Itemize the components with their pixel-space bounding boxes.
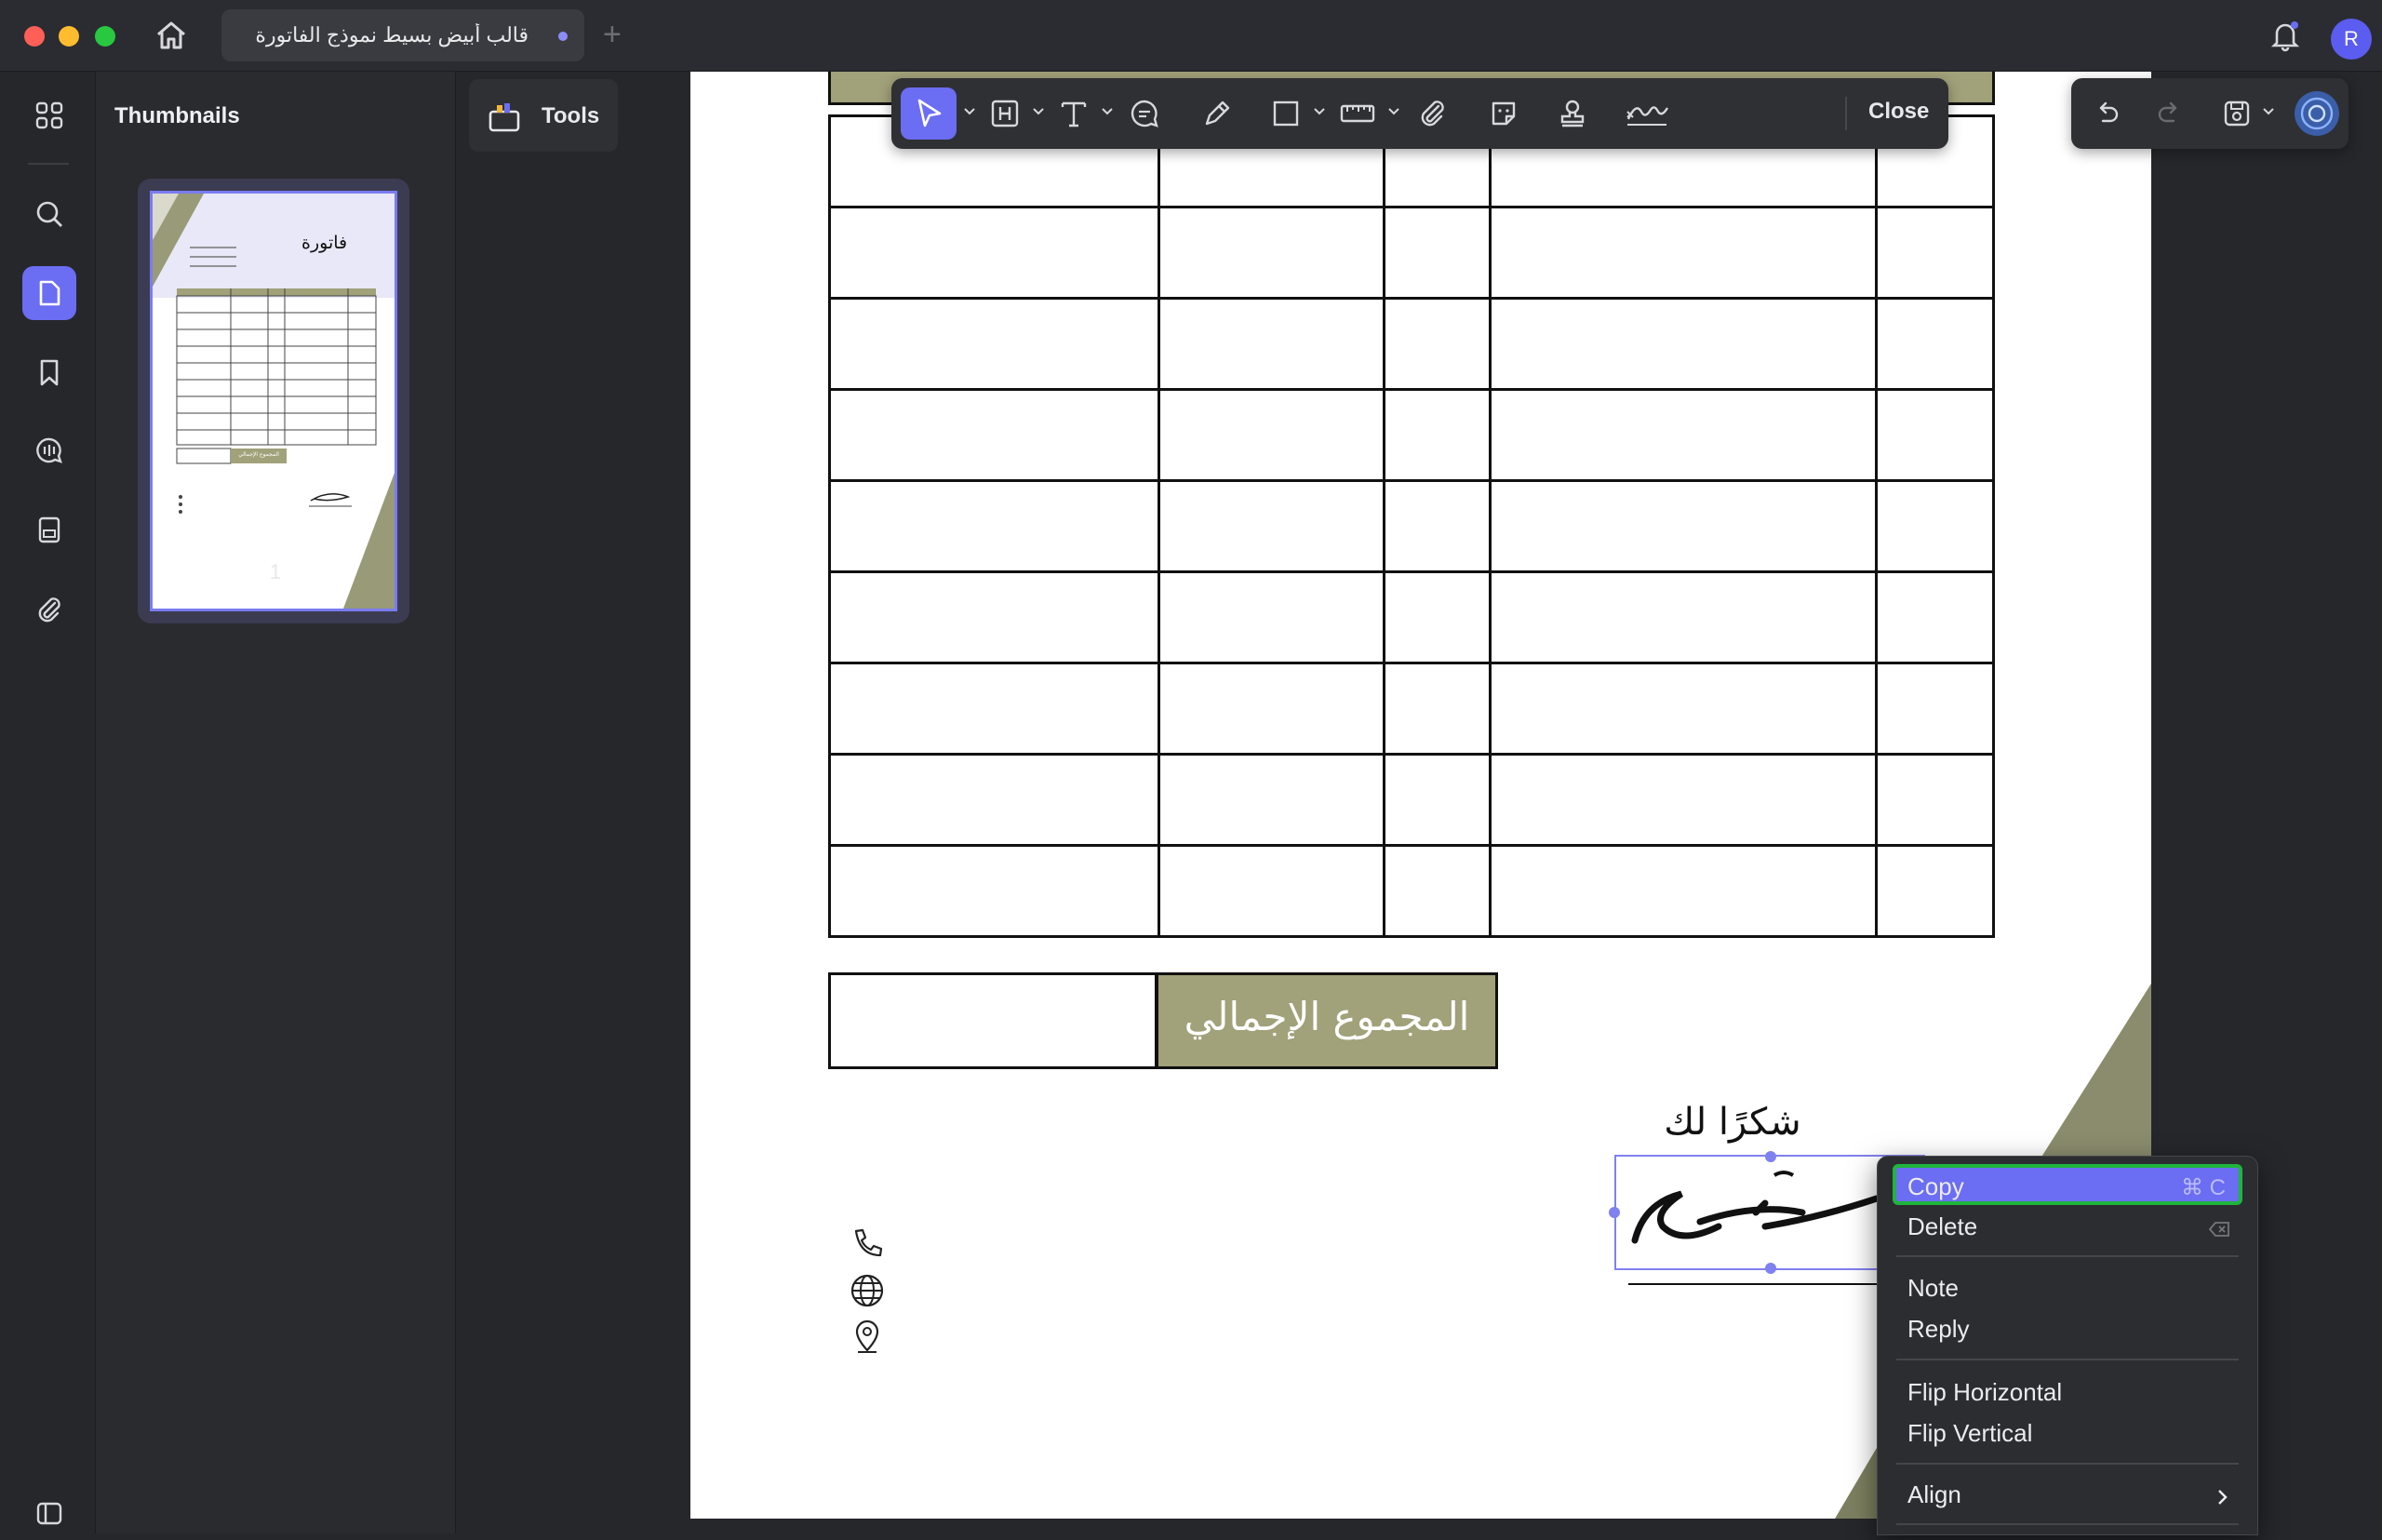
chevron-down-icon[interactable] bbox=[1100, 104, 1115, 119]
total-value-box bbox=[828, 972, 1158, 1069]
home-icon[interactable] bbox=[153, 17, 190, 54]
attachment-tool-icon[interactable] bbox=[1411, 91, 1455, 136]
right-toolbar bbox=[2071, 78, 2349, 149]
menu-item-label: Note bbox=[1907, 1274, 1959, 1302]
comment-icon[interactable] bbox=[22, 423, 76, 477]
highlight-tool-icon[interactable] bbox=[983, 91, 1027, 136]
table-row bbox=[828, 570, 1995, 664]
chevron-down-icon[interactable] bbox=[1312, 104, 1327, 119]
chevron-down-icon[interactable] bbox=[962, 104, 977, 119]
comment-tool-icon[interactable] bbox=[1122, 91, 1167, 136]
left-rail bbox=[0, 72, 96, 1533]
table-row bbox=[828, 388, 1995, 482]
tools-label: Tools bbox=[542, 103, 600, 128]
measure-tool-icon[interactable] bbox=[1332, 91, 1377, 136]
thumbnails-panel: Thumbnails فاتورة المجموع الإجمالي 1 bbox=[96, 72, 456, 1533]
document-tab[interactable]: قالب أبيض بسيط نموذج الفاتورة A4 bbox=[221, 9, 584, 61]
minimize-window-button[interactable] bbox=[59, 26, 79, 47]
chevron-down-icon[interactable] bbox=[1386, 104, 1401, 119]
menu-item-label: Flip Horizontal bbox=[1907, 1378, 2063, 1406]
page-thumbnail[interactable]: فاتورة المجموع الإجمالي bbox=[150, 191, 397, 611]
close-window-button[interactable] bbox=[24, 26, 45, 47]
pencil-tool-icon[interactable] bbox=[1195, 91, 1239, 136]
new-tab-button[interactable]: + bbox=[603, 17, 622, 53]
zoom-window-button[interactable] bbox=[95, 26, 115, 47]
menu-item-label: Copy bbox=[1907, 1172, 1964, 1200]
table-row bbox=[828, 206, 1995, 300]
menu-item-align[interactable]: Align bbox=[1893, 1473, 2242, 1514]
thanks-text: شكرًا لك bbox=[1664, 1101, 1801, 1144]
resize-handle[interactable] bbox=[1765, 1151, 1776, 1162]
location-pin-icon bbox=[849, 1319, 886, 1356]
table-row bbox=[828, 844, 1995, 938]
menu-separator bbox=[1896, 1523, 2239, 1525]
sidebar-toggle-icon[interactable] bbox=[22, 1486, 76, 1540]
chevron-down-icon[interactable] bbox=[1031, 104, 1046, 119]
table-row bbox=[828, 297, 1995, 391]
panel-title: Thumbnails bbox=[114, 103, 240, 128]
total-label: المجموع الإجمالي bbox=[1184, 994, 1470, 1039]
menu-item-note[interactable]: Note bbox=[1893, 1266, 2242, 1307]
menu-separator bbox=[1896, 1255, 2239, 1257]
phone-icon bbox=[849, 1225, 886, 1263]
tools-button[interactable]: Tools bbox=[469, 79, 618, 152]
text-tool-icon[interactable] bbox=[1051, 91, 1096, 136]
total-label-box: المجموع الإجمالي bbox=[1156, 972, 1498, 1069]
menu-separator bbox=[1896, 1359, 2239, 1360]
menu-item-reply[interactable]: Reply bbox=[1893, 1307, 2242, 1348]
unsaved-indicator bbox=[558, 32, 568, 41]
redo-icon[interactable] bbox=[2148, 91, 2192, 136]
menu-item-flip-horizontal[interactable]: Flip Horizontal bbox=[1893, 1371, 2242, 1412]
save-icon[interactable] bbox=[2215, 91, 2259, 136]
context-menu: Copy ⌘ C Delete Note Reply Flip Horizont… bbox=[1877, 1156, 2258, 1535]
signature-tool-icon[interactable] bbox=[1617, 91, 1673, 136]
search-icon[interactable] bbox=[22, 187, 76, 241]
tab-title: قالب أبيض بسيط نموذج الفاتورة A4 bbox=[249, 23, 529, 47]
delete-key-icon bbox=[2208, 1216, 2231, 1237]
resize-handle[interactable] bbox=[1609, 1207, 1620, 1218]
notification-bell-icon[interactable] bbox=[2267, 17, 2304, 54]
page-icon[interactable] bbox=[22, 266, 76, 320]
resize-handle[interactable] bbox=[1765, 1263, 1776, 1274]
menu-separator bbox=[1896, 1463, 2239, 1465]
toolbox-icon bbox=[488, 101, 521, 133]
chevron-right-icon bbox=[2216, 1484, 2229, 1505]
menu-item-label: Delete bbox=[1907, 1212, 1978, 1240]
annotation-toolbar: Close bbox=[891, 78, 1948, 149]
table-row bbox=[828, 753, 1995, 847]
toolbar-divider bbox=[1845, 97, 1847, 130]
menu-item-label: Reply bbox=[1907, 1315, 1970, 1343]
globe-icon bbox=[849, 1272, 886, 1309]
chevron-down-icon[interactable] bbox=[2261, 104, 2276, 119]
menu-item-label: Flip Vertical bbox=[1907, 1419, 2033, 1447]
title-bar: قالب أبيض بسيط نموذج الفاتورة A4 + R bbox=[0, 0, 2382, 72]
avatar[interactable]: R bbox=[2331, 19, 2372, 60]
bookmark-icon[interactable] bbox=[22, 345, 76, 399]
sticker-tool-icon[interactable] bbox=[1481, 91, 1526, 136]
thumbnail-heading: فاتورة bbox=[301, 233, 348, 253]
organize-pages-icon[interactable] bbox=[22, 502, 76, 556]
thumbnail-total-label: المجموع الإجمالي bbox=[238, 451, 279, 458]
grid-icon[interactable] bbox=[22, 88, 76, 142]
undo-icon[interactable] bbox=[2084, 91, 2129, 136]
table-row bbox=[828, 479, 1995, 573]
select-tool-icon[interactable] bbox=[901, 87, 957, 140]
close-button[interactable]: Close bbox=[1868, 99, 1929, 125]
page-number: 1 bbox=[269, 560, 282, 583]
attachment-icon[interactable] bbox=[22, 582, 76, 636]
table-row bbox=[828, 662, 1995, 756]
menu-item-flip-vertical[interactable]: Flip Vertical bbox=[1893, 1412, 2242, 1453]
rectangle-tool-icon[interactable] bbox=[1264, 91, 1308, 136]
menu-item-label: Align bbox=[1907, 1480, 1961, 1508]
rail-divider bbox=[28, 163, 69, 165]
shortcut-label: ⌘ C bbox=[2181, 1175, 2226, 1200]
stamp-tool-icon[interactable] bbox=[1550, 91, 1595, 136]
menu-item-delete[interactable]: Delete bbox=[1893, 1205, 2242, 1246]
menu-item-copy[interactable]: Copy ⌘ C bbox=[1893, 1164, 2242, 1205]
ai-assistant-icon[interactable] bbox=[2295, 91, 2339, 136]
